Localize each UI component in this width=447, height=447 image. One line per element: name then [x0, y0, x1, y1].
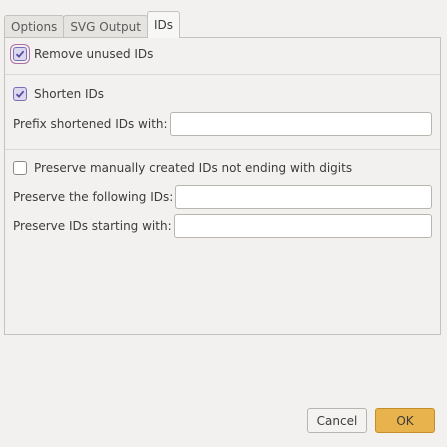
separator — [5, 149, 440, 150]
remove-unused-ids-label: Remove unused IDs — [34, 47, 154, 61]
preserve-manual-ids-checkbox[interactable] — [13, 161, 27, 175]
tab-bar: Options SVG Output IDs — [4, 11, 180, 38]
shorten-ids-row[interactable]: Shorten IDs — [13, 87, 104, 101]
tab-options[interactable]: Options — [4, 15, 65, 38]
remove-unused-ids-row[interactable]: Remove unused IDs — [10, 44, 154, 64]
checkmark-icon — [15, 90, 25, 98]
ids-panel: Remove unused IDs Shorten IDs Prefix sho… — [4, 37, 441, 335]
prefix-label: Prefix shortened IDs with: — [13, 117, 168, 131]
ok-button[interactable]: OK — [375, 408, 435, 433]
preserve-manual-ids-label: Preserve manually created IDs not ending… — [34, 161, 353, 175]
tab-ids[interactable]: IDs — [146, 11, 180, 38]
checkmark-icon — [15, 50, 25, 58]
preserve-starting-row: Preserve IDs starting with: — [13, 214, 432, 238]
prefix-row: Prefix shortened IDs with: — [13, 112, 432, 136]
cancel-button[interactable]: Cancel — [307, 408, 367, 433]
preserve-following-input[interactable] — [175, 185, 432, 209]
shorten-ids-label: Shorten IDs — [34, 87, 105, 101]
shorten-ids-checkbox[interactable] — [13, 87, 27, 101]
separator — [5, 74, 440, 75]
preserve-following-row: Preserve the following IDs: — [13, 185, 432, 209]
remove-unused-ids-checkbox[interactable] — [10, 44, 30, 64]
tab-svg-output[interactable]: SVG Output — [63, 15, 148, 38]
prefix-input[interactable] — [169, 112, 432, 136]
preserve-manual-ids-row[interactable]: Preserve manually created IDs not ending… — [13, 161, 352, 175]
preserve-following-label: Preserve the following IDs: — [13, 190, 174, 204]
preserve-starting-label: Preserve IDs starting with: — [13, 219, 172, 233]
preserve-starting-input[interactable] — [173, 214, 432, 238]
